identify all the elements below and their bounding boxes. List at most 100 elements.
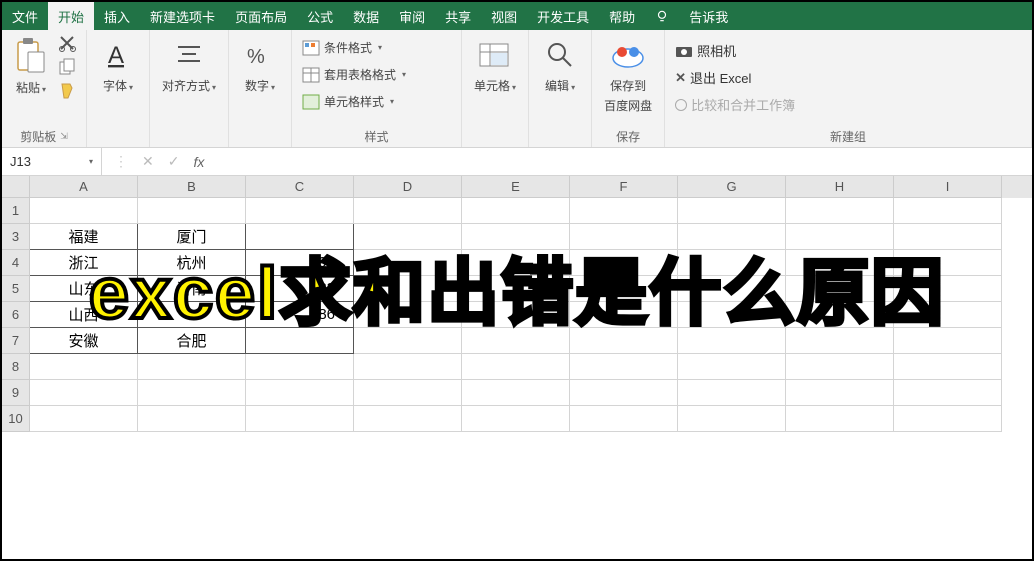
cell[interactable] xyxy=(570,250,678,276)
cell[interactable] xyxy=(138,354,246,380)
cancel-formula-icon[interactable]: ✕ xyxy=(142,153,154,170)
fx-icon[interactable]: fx xyxy=(193,154,204,170)
row-header[interactable]: 10 xyxy=(2,406,30,432)
clipboard-launcher[interactable]: ⇲ xyxy=(60,131,68,142)
cell[interactable] xyxy=(138,198,246,224)
cell[interactable] xyxy=(678,250,786,276)
menu-tellme-icon[interactable] xyxy=(645,2,679,30)
cell[interactable]: 福建 xyxy=(30,224,138,250)
cell[interactable] xyxy=(570,224,678,250)
cell[interactable] xyxy=(570,406,678,432)
name-box[interactable]: J13 ▾ xyxy=(2,148,102,175)
cell[interactable] xyxy=(786,250,894,276)
cell[interactable] xyxy=(30,406,138,432)
row-header[interactable]: 6 xyxy=(2,302,30,328)
cell[interactable] xyxy=(894,354,1002,380)
name-box-dropdown-icon[interactable]: ▾ xyxy=(89,157,93,166)
cell[interactable] xyxy=(786,406,894,432)
cell[interactable]: 杭州 xyxy=(138,250,246,276)
editing-button[interactable]: 编辑▾ xyxy=(537,34,583,96)
cell[interactable] xyxy=(678,224,786,250)
cell[interactable] xyxy=(678,276,786,302)
cell[interactable] xyxy=(894,380,1002,406)
cell[interactable]: 98 xyxy=(246,250,354,276)
col-header-D[interactable]: D xyxy=(354,176,462,198)
cell[interactable] xyxy=(894,328,1002,354)
menu-data[interactable]: 数据 xyxy=(343,2,389,30)
cell[interactable] xyxy=(246,354,354,380)
menu-home[interactable]: 开始 xyxy=(48,2,94,30)
cell[interactable] xyxy=(786,328,894,354)
cell[interactable] xyxy=(246,328,354,354)
cell[interactable]: 83 xyxy=(246,276,354,302)
cell[interactable] xyxy=(894,406,1002,432)
save-baidu-button[interactable]: 保存到 百度网盘 xyxy=(600,34,656,116)
exit-excel-button[interactable]: ✕ 退出 Excel xyxy=(673,67,797,88)
cell[interactable] xyxy=(354,224,462,250)
cut-icon[interactable] xyxy=(58,34,78,52)
menu-tellme[interactable]: 告诉我 xyxy=(679,2,738,30)
cell[interactable] xyxy=(138,302,246,328)
cell[interactable] xyxy=(786,354,894,380)
menu-review[interactable]: 审阅 xyxy=(389,2,435,30)
menu-newtab[interactable]: 新建选项卡 xyxy=(140,2,225,30)
cell[interactable] xyxy=(354,250,462,276)
format-painter-icon[interactable] xyxy=(58,82,78,100)
cell[interactable]: 济南 xyxy=(138,276,246,302)
cell[interactable] xyxy=(786,276,894,302)
cell[interactable] xyxy=(786,380,894,406)
cell[interactable]: 山东 xyxy=(30,276,138,302)
table-format-button[interactable]: 套用表格格式▾ xyxy=(300,65,408,84)
number-button[interactable]: % 数字▾ xyxy=(237,34,283,96)
cell[interactable] xyxy=(570,328,678,354)
cell[interactable] xyxy=(138,380,246,406)
paste-button[interactable]: 粘贴▾ xyxy=(10,34,52,98)
alignment-button[interactable]: 对齐方式▾ xyxy=(158,34,220,96)
cell[interactable] xyxy=(678,328,786,354)
cell[interactable] xyxy=(462,276,570,302)
cell[interactable]: 厦门 xyxy=(138,224,246,250)
row-header[interactable]: 3 xyxy=(2,224,30,250)
menu-view[interactable]: 视图 xyxy=(481,2,527,30)
cell[interactable]: 合肥 xyxy=(138,328,246,354)
menu-insert[interactable]: 插入 xyxy=(94,2,140,30)
cell[interactable] xyxy=(30,380,138,406)
camera-button[interactable]: 照相机 xyxy=(673,40,797,61)
cell[interactable] xyxy=(786,224,894,250)
menu-formulas[interactable]: 公式 xyxy=(297,2,343,30)
conditional-format-button[interactable]: 条件格式▾ xyxy=(300,38,408,57)
cell[interactable] xyxy=(354,198,462,224)
cell[interactable]: 86 xyxy=(246,302,354,328)
cell[interactable] xyxy=(462,406,570,432)
row-header[interactable]: 1 xyxy=(2,198,30,224)
cell[interactable] xyxy=(894,224,1002,250)
cell[interactable] xyxy=(894,250,1002,276)
row-header[interactable]: 8 xyxy=(2,354,30,380)
cell[interactable] xyxy=(678,406,786,432)
col-header-E[interactable]: E xyxy=(462,176,570,198)
cell[interactable] xyxy=(894,302,1002,328)
cell[interactable] xyxy=(462,198,570,224)
col-header-I[interactable]: I xyxy=(894,176,1002,198)
font-button[interactable]: A 字体▾ xyxy=(95,34,141,96)
menu-share[interactable]: 共享 xyxy=(435,2,481,30)
cell[interactable] xyxy=(30,198,138,224)
cell[interactable] xyxy=(786,198,894,224)
cell[interactable] xyxy=(462,224,570,250)
cell[interactable] xyxy=(570,276,678,302)
cell[interactable]: 安徽 xyxy=(30,328,138,354)
col-header-G[interactable]: G xyxy=(678,176,786,198)
cell[interactable] xyxy=(246,224,354,250)
cell[interactable] xyxy=(570,302,678,328)
cell[interactable] xyxy=(462,380,570,406)
cell[interactable] xyxy=(354,406,462,432)
cell[interactable] xyxy=(354,354,462,380)
cell-style-button[interactable]: 单元格样式▾ xyxy=(300,92,408,111)
cell[interactable] xyxy=(570,198,678,224)
cell[interactable] xyxy=(246,198,354,224)
cell[interactable] xyxy=(462,354,570,380)
cell[interactable] xyxy=(570,380,678,406)
cell[interactable]: 浙江 xyxy=(30,250,138,276)
cell[interactable] xyxy=(462,250,570,276)
cell[interactable] xyxy=(894,198,1002,224)
